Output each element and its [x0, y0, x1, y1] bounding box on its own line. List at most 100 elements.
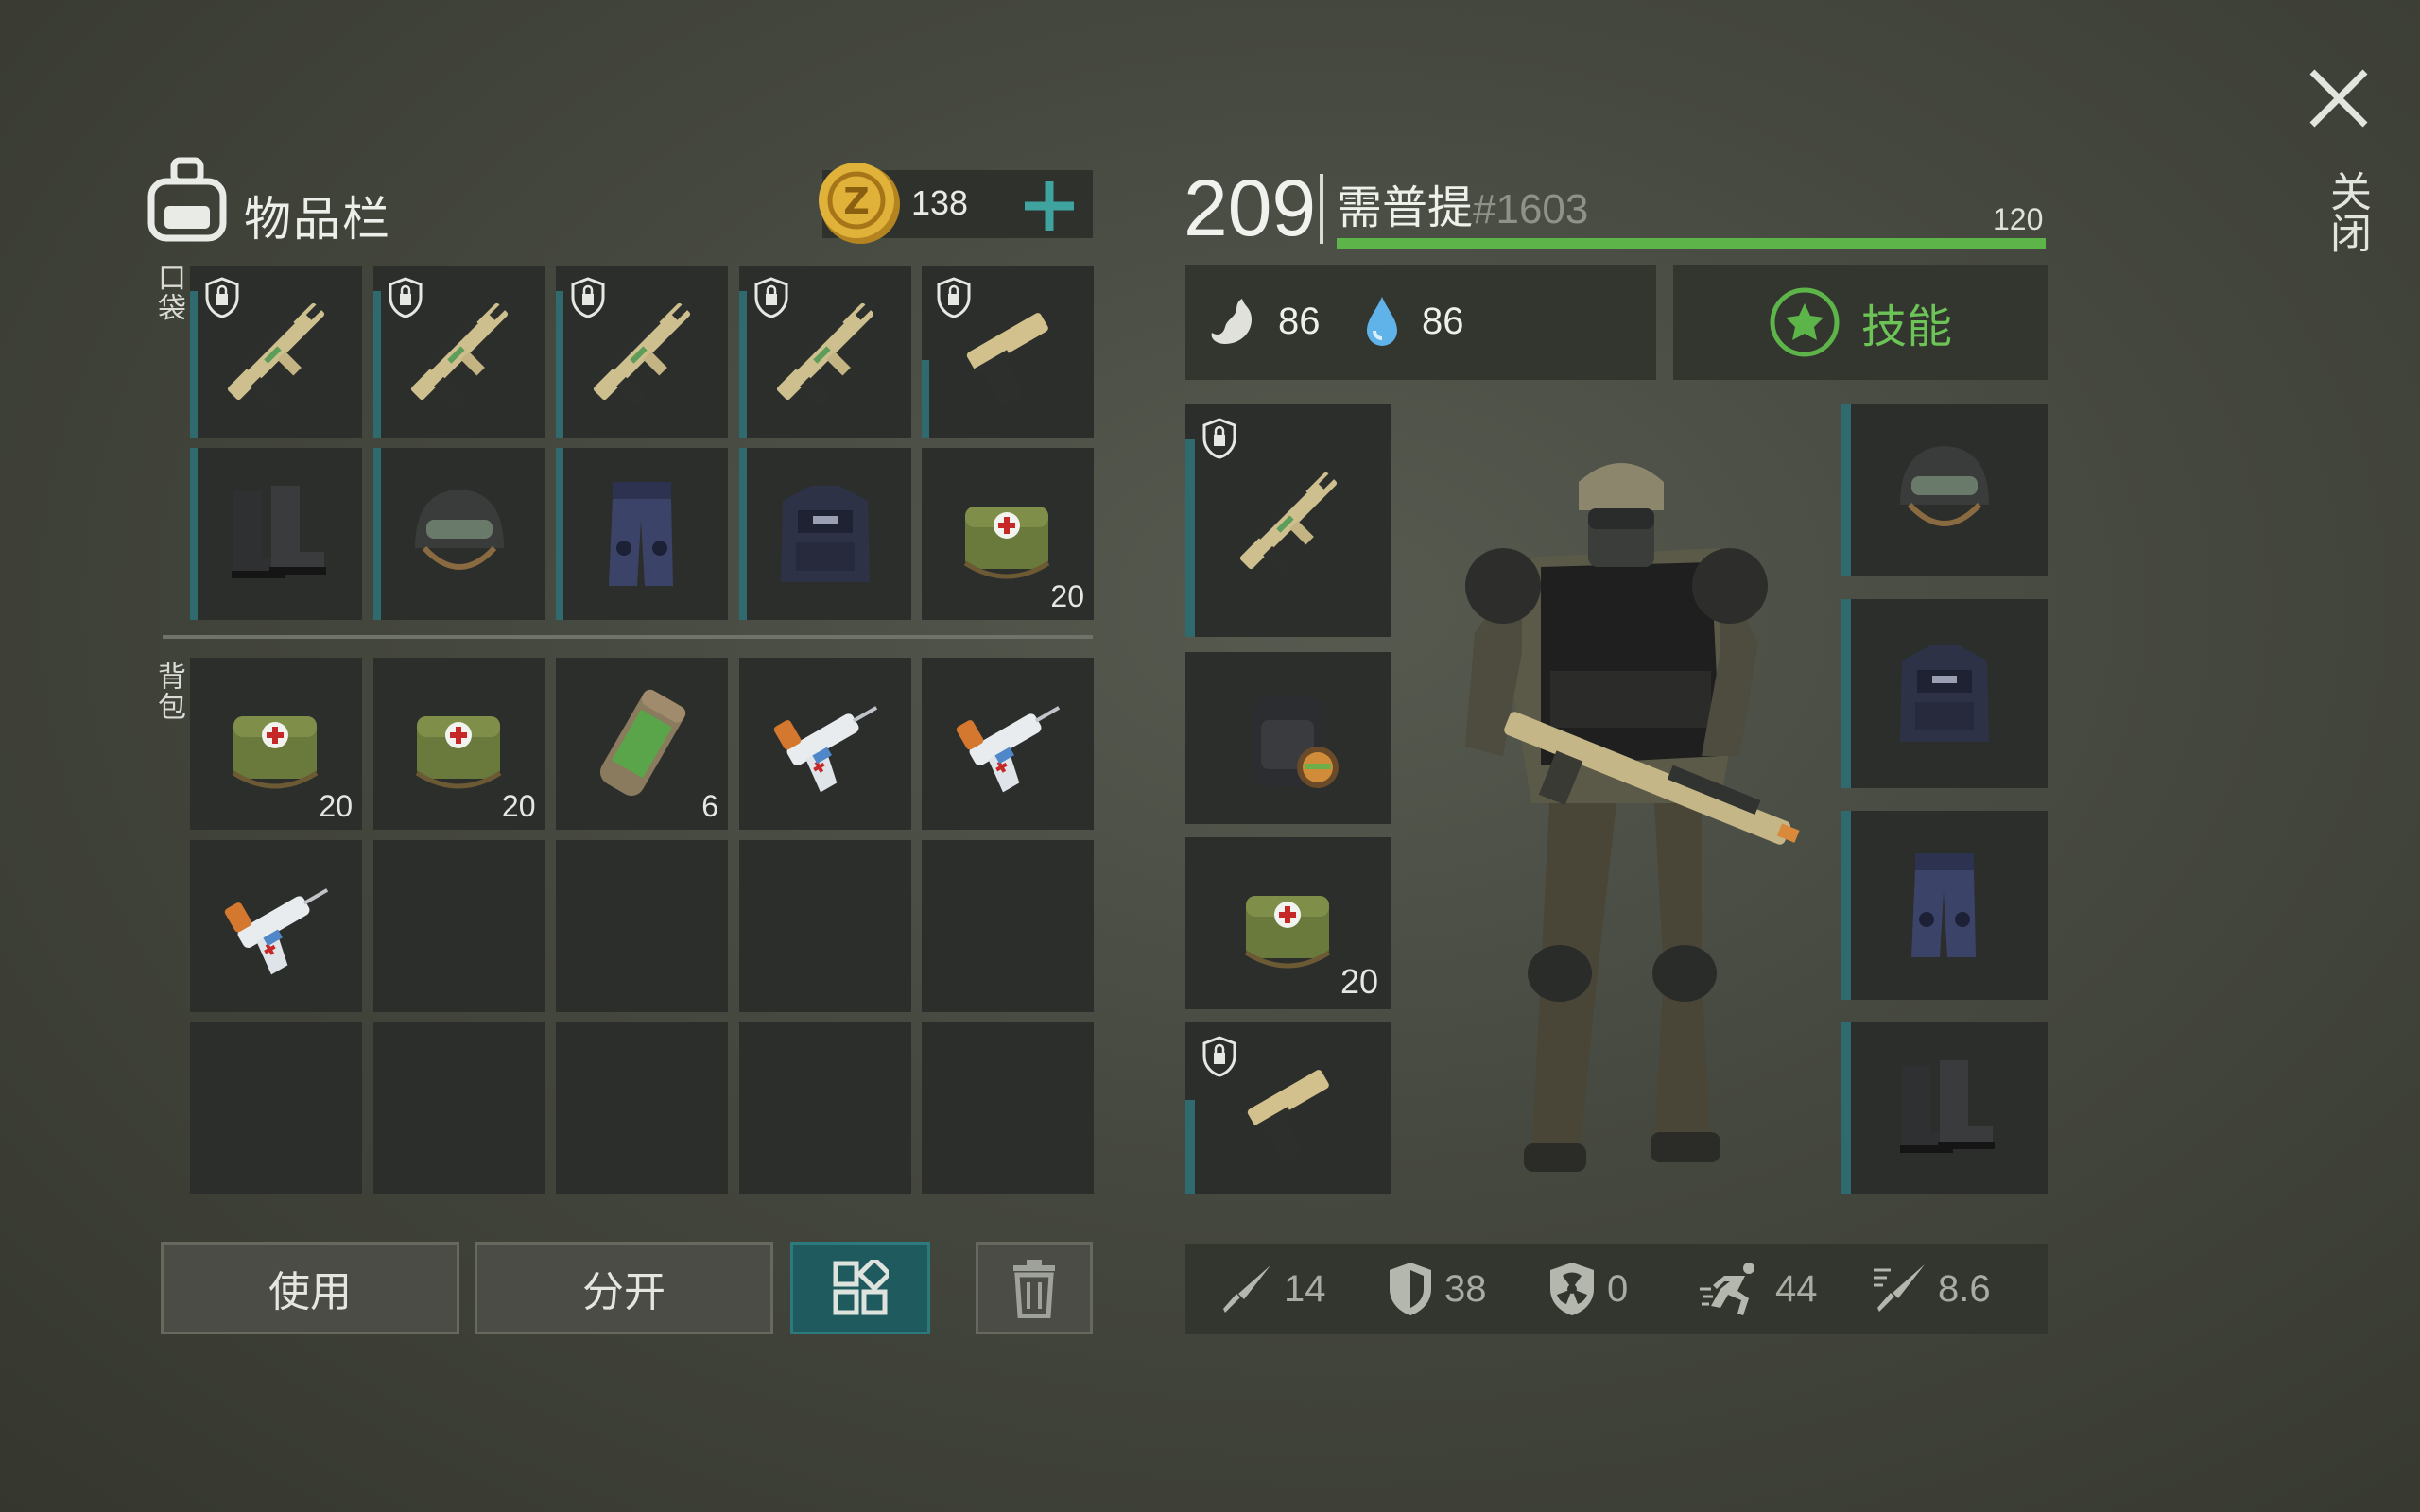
boots-icon	[232, 486, 326, 578]
backpack-slot[interactable]	[738, 1022, 911, 1194]
skills-button[interactable]: 技能	[1673, 265, 2048, 380]
defense-stat: 38	[1386, 1244, 1487, 1334]
player-name-line: 需普提#1603	[1337, 170, 1588, 236]
backpack-slot[interactable]	[372, 1022, 545, 1194]
boots-icon	[1900, 1060, 1995, 1153]
item-count: 20	[319, 789, 353, 823]
canister-icon	[599, 689, 686, 797]
pocket-slot[interactable]	[922, 266, 1094, 438]
durability-bar	[556, 448, 563, 620]
medkit-icon	[415, 716, 501, 789]
pocket-slot[interactable]	[738, 266, 911, 438]
radiation-value: 0	[1607, 1267, 1629, 1310]
pants-icon	[1911, 853, 1976, 957]
backpack-slot[interactable]	[738, 840, 911, 1012]
close-button[interactable]	[2303, 62, 2375, 134]
crit-knife-icon	[1874, 1264, 1925, 1312]
durability-bar	[1185, 438, 1195, 637]
head-equip-slot[interactable]	[1841, 404, 2048, 576]
vest-icon	[1900, 645, 1989, 742]
sort-button[interactable]	[790, 1242, 930, 1334]
durability-bar	[372, 448, 381, 620]
backpack-slot[interactable]	[190, 840, 362, 1012]
player-level: 209	[1184, 163, 1317, 252]
pocket-slot[interactable]	[372, 266, 545, 438]
add-coins-button[interactable]	[1019, 176, 1080, 236]
backpack-slot[interactable]	[922, 658, 1094, 830]
coin-count: 138	[911, 183, 969, 222]
medkit-icon	[963, 507, 1050, 579]
water-drop-icon	[1361, 293, 1403, 352]
speed-value: 44	[1775, 1267, 1818, 1310]
backpack-slot[interactable]: 20	[372, 658, 545, 830]
grid-icon	[833, 1260, 889, 1315]
consumable-equip-slot[interactable]: 20	[1185, 837, 1392, 1009]
legs-equip-slot[interactable]	[1841, 811, 2048, 1000]
running-icon	[1700, 1263, 1754, 1315]
durability-bar	[190, 448, 198, 620]
stomach-icon	[1206, 293, 1265, 352]
item-count: 20	[1050, 579, 1084, 613]
backpack-slot[interactable]	[190, 1022, 362, 1194]
feet-equip-slot[interactable]	[1841, 1022, 2048, 1194]
durability-bar	[1841, 1022, 1851, 1194]
medkit-icon	[232, 716, 319, 789]
backpack-slot[interactable]	[372, 840, 545, 1012]
star-icon	[1770, 287, 1840, 357]
pocket-slot[interactable]: 20	[922, 448, 1094, 620]
radiation-stat: 0	[1547, 1244, 1628, 1334]
pocket-slot[interactable]	[190, 448, 362, 620]
attack-value: 14	[1284, 1267, 1326, 1310]
helmet-icon	[1900, 446, 1989, 526]
trash-button[interactable]	[976, 1242, 1093, 1334]
hunger-value: 86	[1278, 301, 1321, 342]
backpack-icon	[142, 153, 233, 244]
coin-icon: Z	[815, 159, 906, 249]
primary-weapon-slot[interactable]	[1185, 404, 1392, 637]
durability-bar	[190, 291, 198, 438]
crit-value: 8.6	[1938, 1267, 1991, 1310]
item-count: 20	[1340, 962, 1378, 1001]
pocket-slot[interactable]	[556, 448, 728, 620]
backpack-slot[interactable]: 6	[556, 658, 728, 830]
lock-icon	[205, 277, 239, 318]
durability-bar	[922, 360, 929, 438]
character-model	[1437, 444, 1834, 1181]
syringe-gun-icon	[224, 888, 329, 975]
shield-icon	[1390, 1263, 1431, 1315]
durability-bar	[556, 291, 563, 438]
defense-value: 38	[1444, 1267, 1487, 1310]
lock-icon	[571, 277, 605, 318]
lock-icon	[1202, 418, 1236, 459]
use-button[interactable]: 使用	[161, 1242, 459, 1334]
split-button[interactable]: 分开	[475, 1242, 773, 1334]
name-divider	[1320, 174, 1323, 244]
backpack-slot[interactable]	[738, 658, 911, 830]
backpack-label: 背包	[152, 662, 185, 722]
secondary-weapon-slot[interactable]	[1185, 1022, 1392, 1194]
assault-rifle-icon	[1239, 469, 1340, 577]
backpack-slot[interactable]	[922, 840, 1094, 1012]
backpack-slot[interactable]: 20	[190, 658, 362, 830]
pocket-slot[interactable]	[372, 448, 545, 620]
xp-bar	[1337, 238, 2046, 249]
backpack-equip-slot[interactable]	[1185, 652, 1392, 824]
backpack-slot[interactable]	[556, 1022, 728, 1194]
pocket-slot[interactable]	[738, 448, 911, 620]
trash-icon	[1013, 1260, 1055, 1318]
knife-icon	[1223, 1265, 1270, 1313]
pants-icon	[609, 482, 673, 586]
body-equip-slot[interactable]	[1841, 599, 2048, 788]
pocket-slot[interactable]	[556, 266, 728, 438]
item-count: 6	[701, 789, 718, 823]
syringe-gun-icon	[956, 706, 1061, 793]
close-label[interactable]: 关闭	[2316, 170, 2377, 253]
backpack-slot[interactable]	[556, 840, 728, 1012]
backpack-slot[interactable]	[922, 1022, 1094, 1194]
medkit-icon	[1244, 896, 1331, 969]
player-id: #1603	[1473, 186, 1589, 232]
pocket-slot[interactable]	[190, 266, 362, 438]
lock-icon	[1202, 1036, 1236, 1077]
durability-bar	[1841, 404, 1851, 576]
close-icon	[2309, 69, 2368, 128]
